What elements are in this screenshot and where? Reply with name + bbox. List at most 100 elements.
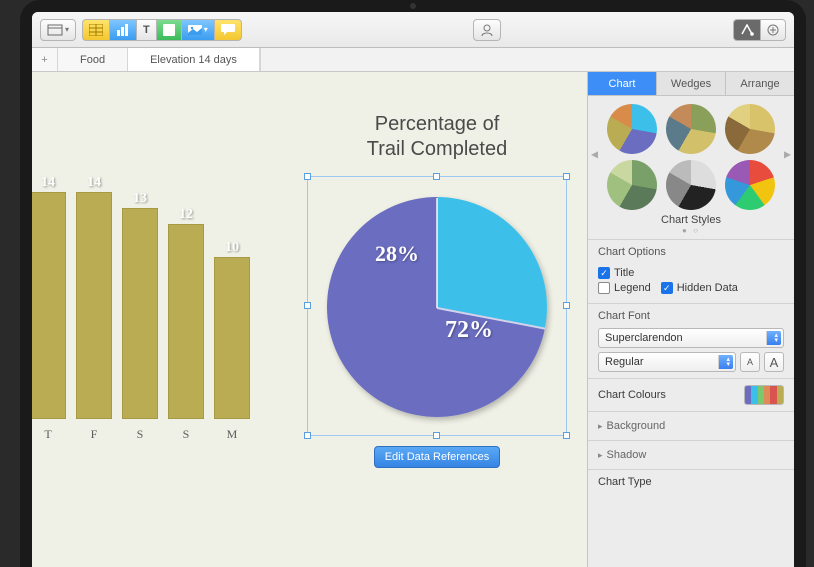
comment-icon [221, 24, 235, 35]
select-value: Regular [605, 356, 644, 368]
laptop-frame: ▾ T ▾ [20, 0, 806, 567]
chart-font-section: Chart Font Superclarendon ▴▾ Regular ▴▾ … [588, 303, 794, 378]
select-value: Superclarendon [605, 332, 683, 344]
chart-icon [116, 24, 130, 36]
font-style-select[interactable]: Regular ▴▾ [598, 352, 736, 372]
checkbox-label: Hidden Data [677, 282, 738, 294]
hidden-data-checkbox[interactable] [661, 282, 673, 294]
resize-handle[interactable] [304, 173, 311, 180]
section-heading: Chart Font [598, 310, 784, 322]
view-menu-button[interactable]: ▾ [40, 19, 76, 41]
bar[interactable]: 12S [168, 224, 204, 442]
format-group [733, 19, 786, 41]
comment-button[interactable] [214, 19, 242, 41]
section-heading: Chart Options [598, 246, 784, 258]
resize-handle[interactable] [304, 302, 311, 309]
sheet-tab-food[interactable]: Food [58, 48, 128, 71]
canvas[interactable]: 14T14F13S12S10M Percentage of Trail Comp… [32, 72, 587, 567]
media-button[interactable]: ▾ [181, 19, 214, 41]
resize-handle[interactable] [563, 302, 570, 309]
sheet-tab-label: Food [80, 54, 105, 66]
organize-button[interactable] [760, 19, 786, 41]
checkbox-label: Legend [614, 282, 651, 294]
chart-button[interactable] [109, 19, 136, 41]
section-heading: Chart Type [598, 476, 652, 488]
app-window: ▾ T ▾ [32, 12, 794, 567]
add-sheet-button[interactable]: + [32, 48, 58, 71]
tab-wedges[interactable]: Wedges [657, 72, 726, 96]
camera-dot [410, 3, 416, 9]
organize-icon [767, 24, 779, 36]
edit-data-references-button[interactable]: Edit Data References [374, 446, 501, 468]
view-icon [47, 24, 63, 36]
chart-style-thumb[interactable] [607, 104, 657, 154]
chart-style-thumb[interactable] [666, 104, 716, 154]
title-checkbox[interactable] [598, 267, 610, 279]
format-icon [740, 24, 754, 36]
slice-label: 72% [445, 317, 493, 344]
bar-value-label: 13 [133, 191, 147, 207]
tab-arrange[interactable]: Arrange [726, 72, 794, 96]
bar-chart[interactable]: 14T14F13S12S10M [32, 162, 260, 502]
resize-handle[interactable] [563, 173, 570, 180]
chart-styles-label: Chart Styles [588, 212, 794, 226]
bar-category-label: S [183, 427, 190, 442]
chart-options-section: Chart Options Title Legend [588, 239, 794, 303]
chart-style-thumb[interactable] [725, 160, 775, 210]
tab-chart[interactable]: Chart [588, 72, 657, 96]
collaborate-button[interactable] [473, 19, 501, 41]
chart-title: Percentage of Trail Completed [287, 112, 587, 162]
text-icon: T [143, 24, 150, 36]
sheet-tab-elevation[interactable]: Elevation 14 days [128, 48, 260, 71]
dropdown-chevron-icon: ▾ [204, 25, 208, 34]
bar-category-label: T [44, 427, 51, 442]
shape-icon [163, 24, 175, 36]
bar-value-label: 14 [41, 175, 55, 191]
toolbar: ▾ T ▾ [32, 12, 794, 48]
text-button[interactable]: T [136, 19, 156, 41]
font-size-decrease-button[interactable]: A [740, 352, 760, 372]
bar[interactable]: 10M [214, 257, 250, 443]
checkbox-label: Title [614, 267, 634, 279]
shadow-disclosure[interactable]: Shadow [588, 440, 794, 469]
sheet-tabs: + Food Elevation 14 days [32, 48, 794, 72]
main-area: 14T14F13S12S10M Percentage of Trail Comp… [32, 72, 794, 567]
chart-colours-button[interactable] [744, 385, 784, 405]
pie-chart-group: Percentage of Trail Completed [287, 112, 587, 468]
collaborate-icon [480, 24, 494, 36]
bar-value-label: 10 [225, 240, 239, 256]
font-size-increase-button[interactable]: A [764, 352, 784, 372]
resize-handle[interactable] [563, 432, 570, 439]
shape-button[interactable] [156, 19, 181, 41]
resize-handle[interactable] [433, 173, 440, 180]
bar-category-label: F [91, 427, 98, 442]
chart-type-row: Chart Type [588, 469, 794, 494]
chart-style-thumb[interactable] [607, 160, 657, 210]
table-button[interactable] [82, 19, 109, 41]
dropdown-chevron-icon: ▾ [65, 25, 69, 34]
bar-category-label: M [227, 427, 238, 442]
inspector: Chart Wedges Arrange ◂ ▸ [587, 72, 794, 567]
page-dots: ● ○ [588, 226, 794, 239]
chart-styles-grid [588, 96, 794, 212]
media-icon [188, 25, 202, 35]
resize-handle[interactable] [304, 432, 311, 439]
bar-category-label: S [137, 427, 144, 442]
bar-value-label: 14 [87, 175, 101, 191]
chart-style-thumb[interactable] [725, 104, 775, 154]
bar[interactable]: 14F [76, 192, 112, 443]
pie-chart[interactable]: 28% 72% [327, 197, 547, 417]
bar[interactable]: 14T [32, 192, 66, 443]
selection-box[interactable]: 28% 72% [307, 176, 567, 436]
background-disclosure[interactable]: Background [588, 411, 794, 440]
bar[interactable]: 13S [122, 208, 158, 442]
chart-colours-row: Chart Colours [588, 378, 794, 411]
legend-checkbox[interactable] [598, 282, 610, 294]
chart-style-thumb[interactable] [666, 160, 716, 210]
resize-handle[interactable] [433, 432, 440, 439]
slice-label: 28% [375, 241, 419, 267]
font-family-select[interactable]: Superclarendon ▴▾ [598, 328, 784, 348]
format-button[interactable] [733, 19, 760, 41]
section-heading: Chart Colours [598, 389, 666, 401]
table-icon [89, 24, 103, 36]
